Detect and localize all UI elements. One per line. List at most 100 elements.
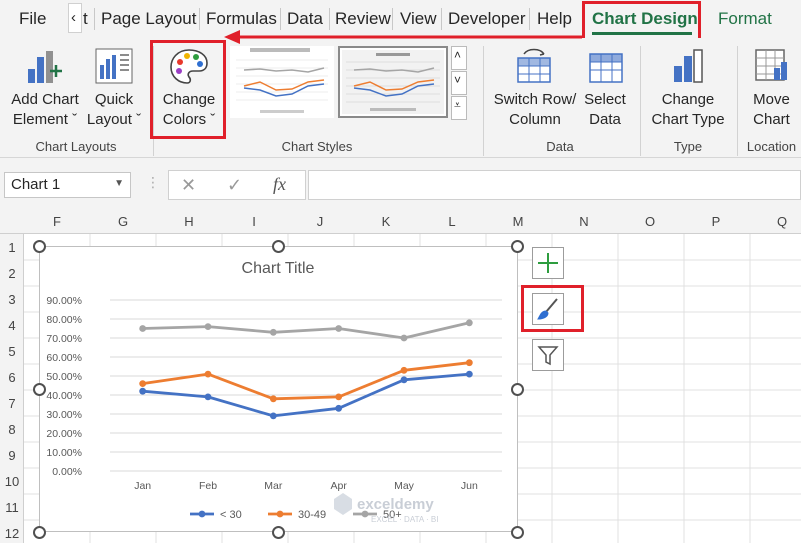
name-box[interactable]: Chart 1 ▼ (4, 172, 131, 198)
column-header-h[interactable]: H (179, 214, 199, 229)
row-header[interactable]: 3 (0, 292, 24, 307)
row-header[interactable]: 8 (0, 422, 24, 437)
resize-handle-bottom-right[interactable] (511, 526, 524, 539)
row-header[interactable]: 1 (0, 240, 24, 255)
tab-chart-design[interactable]: Chart Design (592, 9, 698, 29)
column-header-k[interactable]: K (376, 214, 396, 229)
gallery-more[interactable]: ⩡ (451, 96, 467, 120)
switch-row-column-icon (517, 48, 551, 83)
menu-formulas[interactable]: Formulas (206, 9, 277, 29)
active-tab-underline (592, 32, 692, 35)
y-tick-label: 10.00% (46, 447, 82, 459)
insert-function-icon[interactable]: fx (273, 174, 286, 195)
column-header-m[interactable]: M (508, 214, 528, 229)
menu-partial-tab[interactable]: t (83, 9, 88, 29)
group-data: Data (546, 139, 574, 154)
menu-data[interactable]: Data (287, 9, 323, 29)
select-data-button[interactable]: Select Data (580, 42, 630, 134)
data-point (269, 328, 277, 336)
column-header-p[interactable]: P (706, 214, 726, 229)
menu-help[interactable]: Help (537, 9, 572, 29)
watermark-brand: exceldemy (357, 496, 434, 513)
switch-row-column-button[interactable]: Switch Row/ Column (490, 42, 580, 134)
quick-layout-label-1: Quick (94, 91, 134, 108)
add-chart-element-button[interactable]: Add Chart Element ˇ (6, 42, 84, 134)
data-point (269, 395, 277, 403)
row-header[interactable]: 6 (0, 370, 24, 385)
enter-icon[interactable]: ✓ (227, 175, 242, 196)
dropdown-arrow-icon: ▼ (114, 178, 124, 189)
menu-separator (94, 8, 95, 30)
row-header[interactable]: 10 (0, 474, 24, 489)
row-header[interactable]: 2 (0, 266, 24, 281)
group-separator (483, 46, 484, 156)
change-colors-button[interactable]: Change Colors ˇ (156, 42, 222, 134)
series-line (142, 321, 470, 340)
data-point (400, 366, 408, 374)
column-header-f[interactable]: F (47, 214, 67, 229)
gallery-scroll-down[interactable]: ˅ (451, 71, 467, 95)
change-chart-type-icon (674, 49, 703, 83)
column-header-n[interactable]: N (574, 214, 594, 229)
x-tick-label: Apr (330, 480, 347, 492)
data-point (139, 325, 147, 332)
chart-style-thumbnail-2[interactable] (338, 46, 448, 118)
menu-developer[interactable]: Developer (448, 9, 526, 29)
resize-handle-bottom-left[interactable] (33, 526, 46, 539)
column-header-o[interactable]: O (640, 214, 660, 229)
column-header-i[interactable]: I (244, 214, 264, 229)
menu-page-layout[interactable]: Page Layout (101, 9, 196, 29)
palette-icon (170, 49, 208, 84)
cancel-icon[interactable]: ✕ (181, 175, 196, 196)
add-chart-element-label-1: Add Chart (11, 91, 79, 108)
resize-handle-top[interactable] (272, 240, 285, 253)
group-type: Type (673, 139, 703, 154)
tab-format[interactable]: Format (718, 9, 772, 29)
resize-handle-left[interactable] (33, 383, 46, 396)
column-header-q[interactable]: Q (772, 214, 792, 229)
chart-styles-button[interactable] (532, 293, 564, 325)
x-tick-label: Jun (461, 480, 478, 492)
data-point (139, 380, 147, 387)
series-line (142, 361, 470, 401)
row-header[interactable]: 9 (0, 448, 24, 463)
select-data-label-2: Data (589, 111, 621, 128)
row-header[interactable]: 7 (0, 396, 24, 411)
y-tick-label: 20.00% (46, 428, 82, 440)
menu-file[interactable]: File (19, 9, 46, 29)
row-header[interactable]: 11 (0, 500, 24, 515)
chart-style-thumbnail-1[interactable] (230, 46, 334, 118)
move-chart-button[interactable]: Move Chart (742, 42, 801, 134)
quick-layout-button[interactable]: Quick Layout ˇ (84, 42, 144, 134)
chart-filters-button[interactable] (532, 339, 564, 371)
chart-elements-button[interactable] (532, 247, 564, 279)
add-chart-element-icon (28, 51, 62, 83)
menu-view[interactable]: View (400, 9, 437, 29)
resize-handle-top-right[interactable] (511, 240, 524, 253)
watermark-tagline: EXCEL · DATA · BI (371, 515, 438, 524)
move-chart-icon (755, 49, 787, 81)
gallery-scroll-up[interactable]: ˄ (451, 46, 467, 70)
tab-scroll-left[interactable]: ‹ (68, 3, 82, 33)
menu-separator (441, 8, 442, 30)
resize-handle-right[interactable] (511, 383, 524, 396)
resize-handle-bottom[interactable] (272, 526, 285, 539)
row-header[interactable]: 12 (0, 526, 24, 541)
row-headers: 1 2 3 4 5 6 7 8 9 10 11 12 (0, 234, 24, 543)
name-box-value: Chart 1 (11, 176, 61, 193)
row-header[interactable]: 5 (0, 344, 24, 359)
menu-review[interactable]: Review (335, 9, 391, 29)
filter-icon (537, 346, 559, 366)
column-header-g[interactable]: G (113, 214, 133, 229)
chart-area[interactable]: Chart Title 0.00% 10.00% 20.00% 30.00% 40.00%… (39, 246, 518, 532)
change-chart-type-button[interactable]: Change Chart Type (646, 42, 730, 134)
formula-input[interactable] (308, 170, 801, 200)
column-header-l[interactable]: L (442, 214, 462, 229)
row-header[interactable]: 4 (0, 318, 24, 333)
column-header-j[interactable]: J (310, 214, 330, 229)
menu-separator (329, 8, 330, 30)
plus-icon (538, 253, 558, 273)
resize-handle-top-left[interactable] (33, 240, 46, 253)
legend-label: 30-49 (298, 509, 326, 521)
drag-handle-icon: ⋮ (146, 174, 160, 190)
